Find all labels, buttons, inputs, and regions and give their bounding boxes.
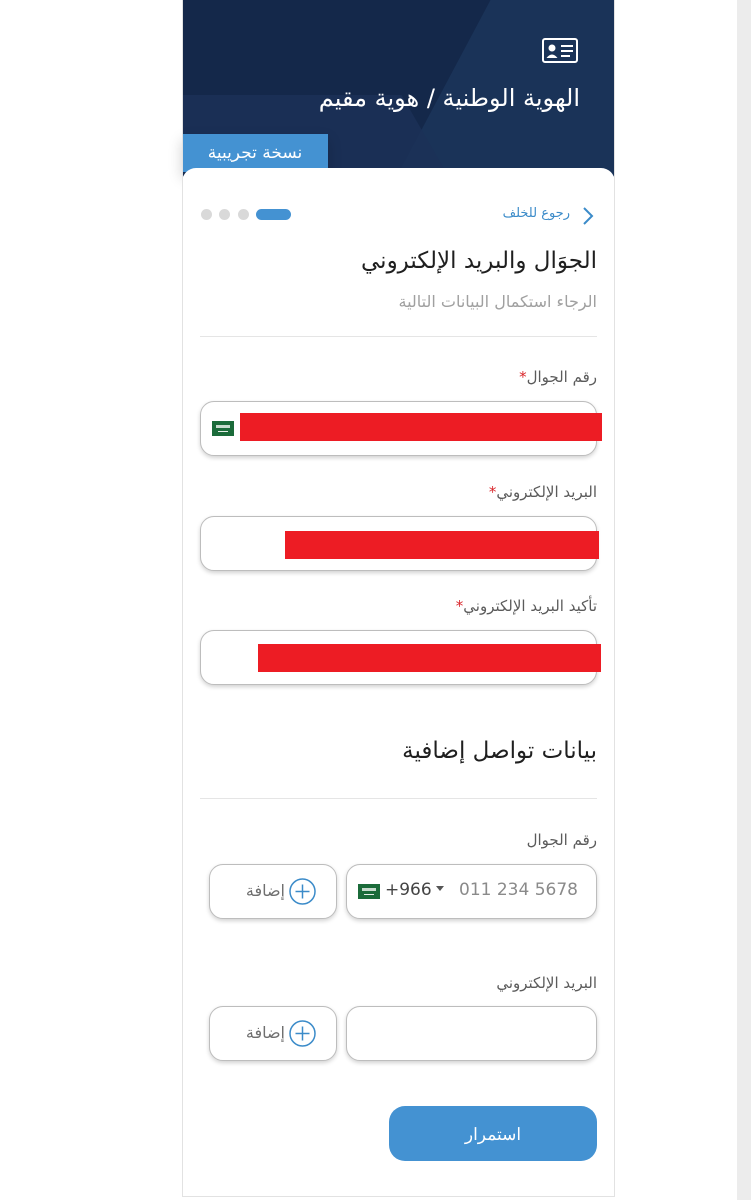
window-edge	[737, 0, 751, 1200]
page-border	[182, 0, 615, 1197]
